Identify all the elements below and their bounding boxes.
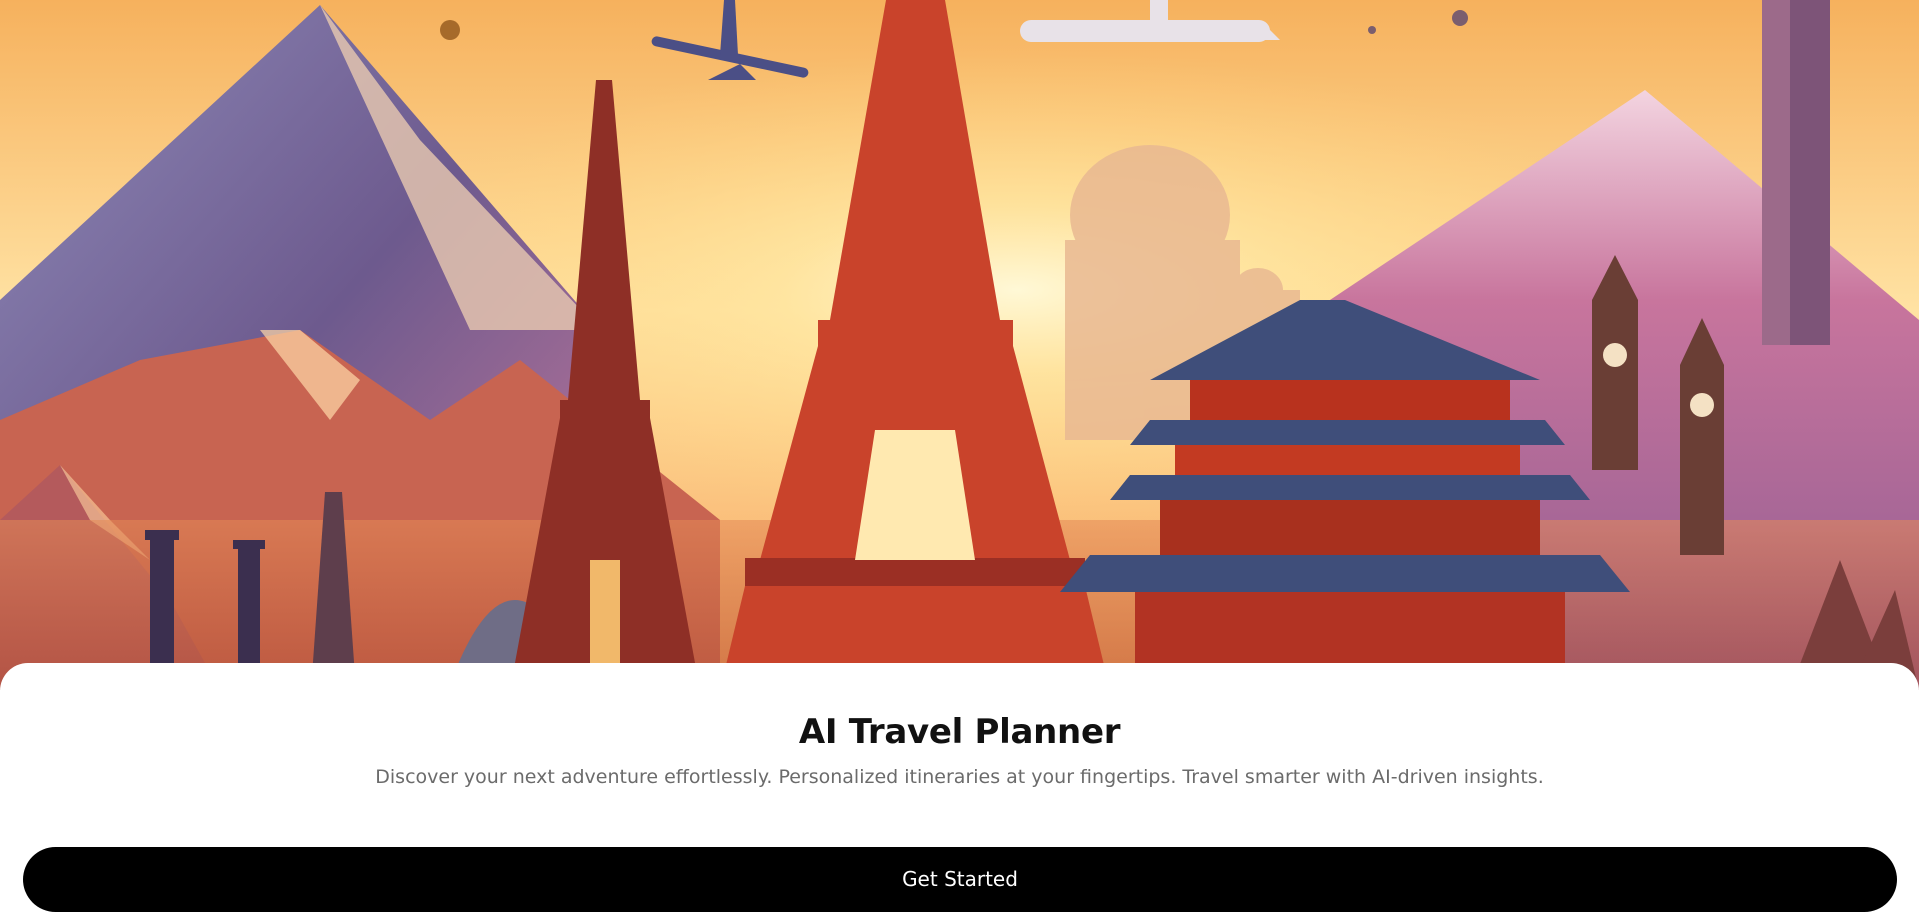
get-started-button[interactable]: Get Started [23,847,1897,912]
page-title: AI Travel Planner [798,711,1121,752]
travel-landmarks-illustration [0,0,1919,690]
page-subtitle: Discover your next adventure effortlessl… [375,766,1544,788]
hero-illustration [0,0,1919,690]
landing-page: AI Travel Planner Discover your next adv… [0,0,1919,917]
